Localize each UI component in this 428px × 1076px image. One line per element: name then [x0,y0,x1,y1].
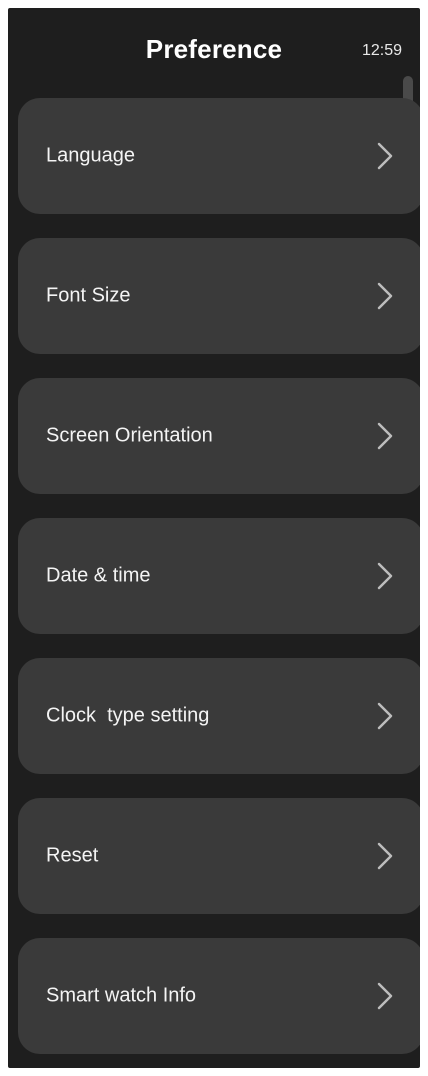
preference-list: Language Font Size Screen Orientation Da… [18,98,420,1068]
menu-item-label: Date & time [46,564,151,587]
chevron-right-icon [377,562,393,590]
menu-item-date-time[interactable]: Date & time [18,518,420,634]
menu-item-smart-watch-info[interactable]: Smart watch Info [18,938,420,1054]
menu-item-label: Language [46,144,135,167]
header: Preference 12:59 [8,8,420,92]
chevron-right-icon [377,142,393,170]
menu-item-language[interactable]: Language [18,98,420,214]
menu-item-label: Screen Orientation [46,424,213,447]
menu-item-font-size[interactable]: Font Size [18,238,420,354]
watch-screen: Preference 12:59 Language Font Size Scre… [8,8,420,1068]
chevron-right-icon [377,282,393,310]
menu-item-screen-orientation[interactable]: Screen Orientation [18,378,420,494]
menu-item-clock-type-setting[interactable]: Clock type setting [18,658,420,774]
status-time: 12:59 [361,42,402,59]
menu-item-label: Smart watch Info [46,984,197,1007]
menu-item-reset[interactable]: Reset [18,798,420,914]
chevron-right-icon [377,702,393,730]
menu-item-label: Clock type setting [46,704,210,727]
page-title: Preference [145,34,283,64]
chevron-right-icon [377,422,393,450]
chevron-right-icon [377,982,393,1010]
menu-item-label: Reset [46,844,99,867]
menu-item-label: Font Size [46,284,131,307]
chevron-right-icon [377,842,393,870]
